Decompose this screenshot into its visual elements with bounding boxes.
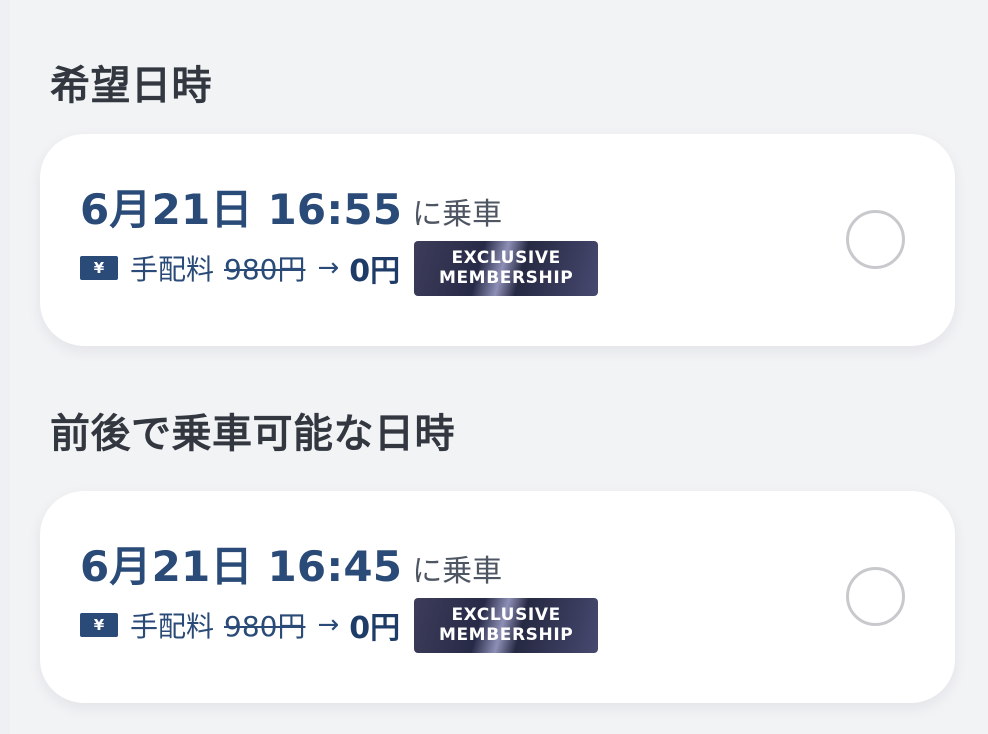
boarding-time-line: 6月21日 16:45 に乗車 [80, 539, 502, 595]
arrangement-fee-label: 手配料 [130, 253, 215, 286]
boarding-date-time: 6月21日 16:55 [80, 185, 403, 234]
fee-change-arrow-icon: → [317, 253, 340, 283]
arrangement-fee-line: ¥ 手配料 980円 → 0円 EXCLUSIVE MEMBERSHIP [80, 597, 599, 653]
discounted-fee: 0円 [349, 254, 401, 289]
select-radio-button[interactable] [846, 567, 905, 626]
original-fee: 980円 [224, 610, 306, 643]
boarding-label: に乗車 [412, 197, 503, 232]
yen-icon: ¥ [80, 256, 118, 280]
boarding-time-line: 6月21日 16:55 に乗車 [80, 182, 502, 238]
boarding-label: に乗車 [412, 554, 503, 589]
arrangement-fee-label: 手配料 [130, 610, 215, 643]
time-option-card-requested[interactable]: 6月21日 16:55 に乗車 ¥ 手配料 980円 → 0円 EXCLUSIVE… [40, 134, 955, 346]
arrangement-fee-line: ¥ 手配料 980円 → 0円 EXCLUSIVE MEMBERSHIP [80, 240, 599, 296]
alternative-time-heading: 前後で乗車可能な日時 [50, 411, 455, 457]
original-fee: 980円 [224, 253, 306, 286]
discounted-fee: 0円 [349, 611, 401, 646]
select-radio-button[interactable] [846, 210, 905, 269]
ride-time-selection-screen: 希望日時 6月21日 16:55 に乗車 ¥ 手配料 980円 → 0円 EXCL… [0, 0, 988, 734]
exclusive-membership-badge: EXCLUSIVE MEMBERSHIP [414, 597, 599, 653]
requested-time-heading: 希望日時 [50, 63, 212, 109]
badge-line-exclusive: EXCLUSIVE [451, 604, 561, 625]
badge-line-membership: MEMBERSHIP [438, 624, 574, 645]
badge-line-exclusive: EXCLUSIVE [451, 247, 561, 268]
exclusive-membership-badge: EXCLUSIVE MEMBERSHIP [414, 240, 599, 296]
badge-line-membership: MEMBERSHIP [438, 267, 574, 288]
yen-icon: ¥ [80, 613, 118, 637]
fee-change-arrow-icon: → [317, 610, 340, 640]
time-option-card-alternative[interactable]: 6月21日 16:45 に乗車 ¥ 手配料 980円 → 0円 EXCLUSIVE… [40, 491, 955, 703]
boarding-date-time: 6月21日 16:45 [80, 542, 403, 591]
